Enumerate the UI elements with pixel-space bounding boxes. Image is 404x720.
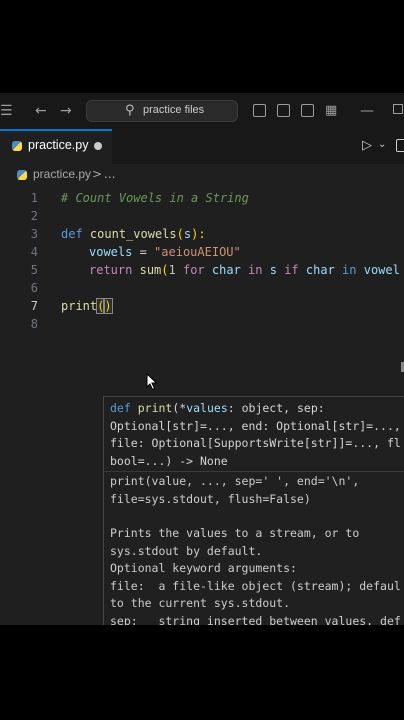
breadcrumb-symbol[interactable]: ... (104, 167, 115, 181)
maximize-icon[interactable] (393, 104, 403, 114)
bracket-match: ) (103, 298, 113, 314)
line-number: 3 (30, 227, 38, 241)
line-number: 1 (30, 191, 38, 205)
unsaved-indicator[interactable] (94, 142, 102, 150)
vscode-window: ☰ ← → ⚲ practice files ▦ — practice.py ▷… (0, 93, 404, 625)
python-file-icon (12, 141, 22, 151)
python-file-icon (17, 170, 27, 180)
function-name: count_vowels (89, 227, 177, 241)
hover-tooltip: def print(*values: object, sep: Optional… (103, 396, 404, 625)
customize-layout-icon[interactable]: ▦ (325, 103, 337, 119)
comment-text: # Count Vowels in a String (61, 191, 249, 205)
line-number: 8 (30, 317, 38, 331)
string-literal: "aeiouAEIOU" (154, 245, 241, 259)
code-line: 8 (0, 315, 404, 333)
keyword-def: def (61, 227, 83, 241)
line-number: 2 (30, 209, 38, 223)
line-number: 4 (30, 245, 38, 259)
code-line: 5 return sum(1 for char in s if char in … (0, 261, 404, 279)
minimize-icon[interactable]: — (360, 103, 374, 119)
line-number: 5 (30, 263, 38, 277)
param: s (183, 227, 192, 241)
usage-text: print(value, ..., sep=' ', end='\n', fil… (110, 474, 360, 506)
code-line: 1 # Count Vowels in a String (0, 189, 404, 207)
menu-icon[interactable]: ☰ (0, 103, 13, 119)
toggle-secondary-sidebar-icon[interactable] (301, 104, 314, 117)
tab-bar: practice.py ▷ ⌄ (0, 129, 404, 165)
code-line: 4 vowels = "aeiouAEIOU" (0, 243, 404, 261)
mouse-pointer-icon (146, 373, 158, 391)
line-number: 7 (30, 299, 38, 313)
code-line: 3 def count_vowels(s): (0, 225, 404, 243)
chevron-down-icon[interactable]: ⌄ (378, 139, 386, 150)
signature: def print(*values: object, sep: Optional… (110, 401, 401, 468)
docstring: Prints the values to a stream, or to sys… (110, 526, 401, 625)
tab-label: practice.py (28, 138, 89, 152)
split-editor-icon[interactable] (396, 139, 404, 152)
code-line: 6 (0, 279, 404, 297)
toggle-sidebar-icon[interactable] (253, 104, 266, 117)
divider (104, 471, 404, 472)
tab-practice-py[interactable]: practice.py (0, 129, 112, 164)
toggle-panel-icon[interactable] (277, 104, 290, 117)
forward-arrow-icon[interactable]: → (60, 103, 72, 119)
command-center-search[interactable]: ⚲ practice files (86, 100, 238, 122)
breadcrumb-file[interactable]: practice.py (33, 167, 91, 181)
title-bar: ☰ ← → ⚲ practice files ▦ — (0, 93, 404, 130)
line-number: 6 (30, 281, 38, 295)
search-icon: ⚲ (125, 103, 135, 118)
code-line: 2 (0, 207, 404, 225)
code-line-current: 7 print() (0, 297, 404, 315)
back-arrow-icon[interactable]: ← (35, 103, 47, 119)
search-label: practice files (143, 104, 205, 116)
breadcrumb: practice.py > ... (0, 164, 404, 186)
run-icon[interactable]: ▷ (362, 138, 372, 153)
breadcrumb-separator: > (92, 167, 103, 181)
